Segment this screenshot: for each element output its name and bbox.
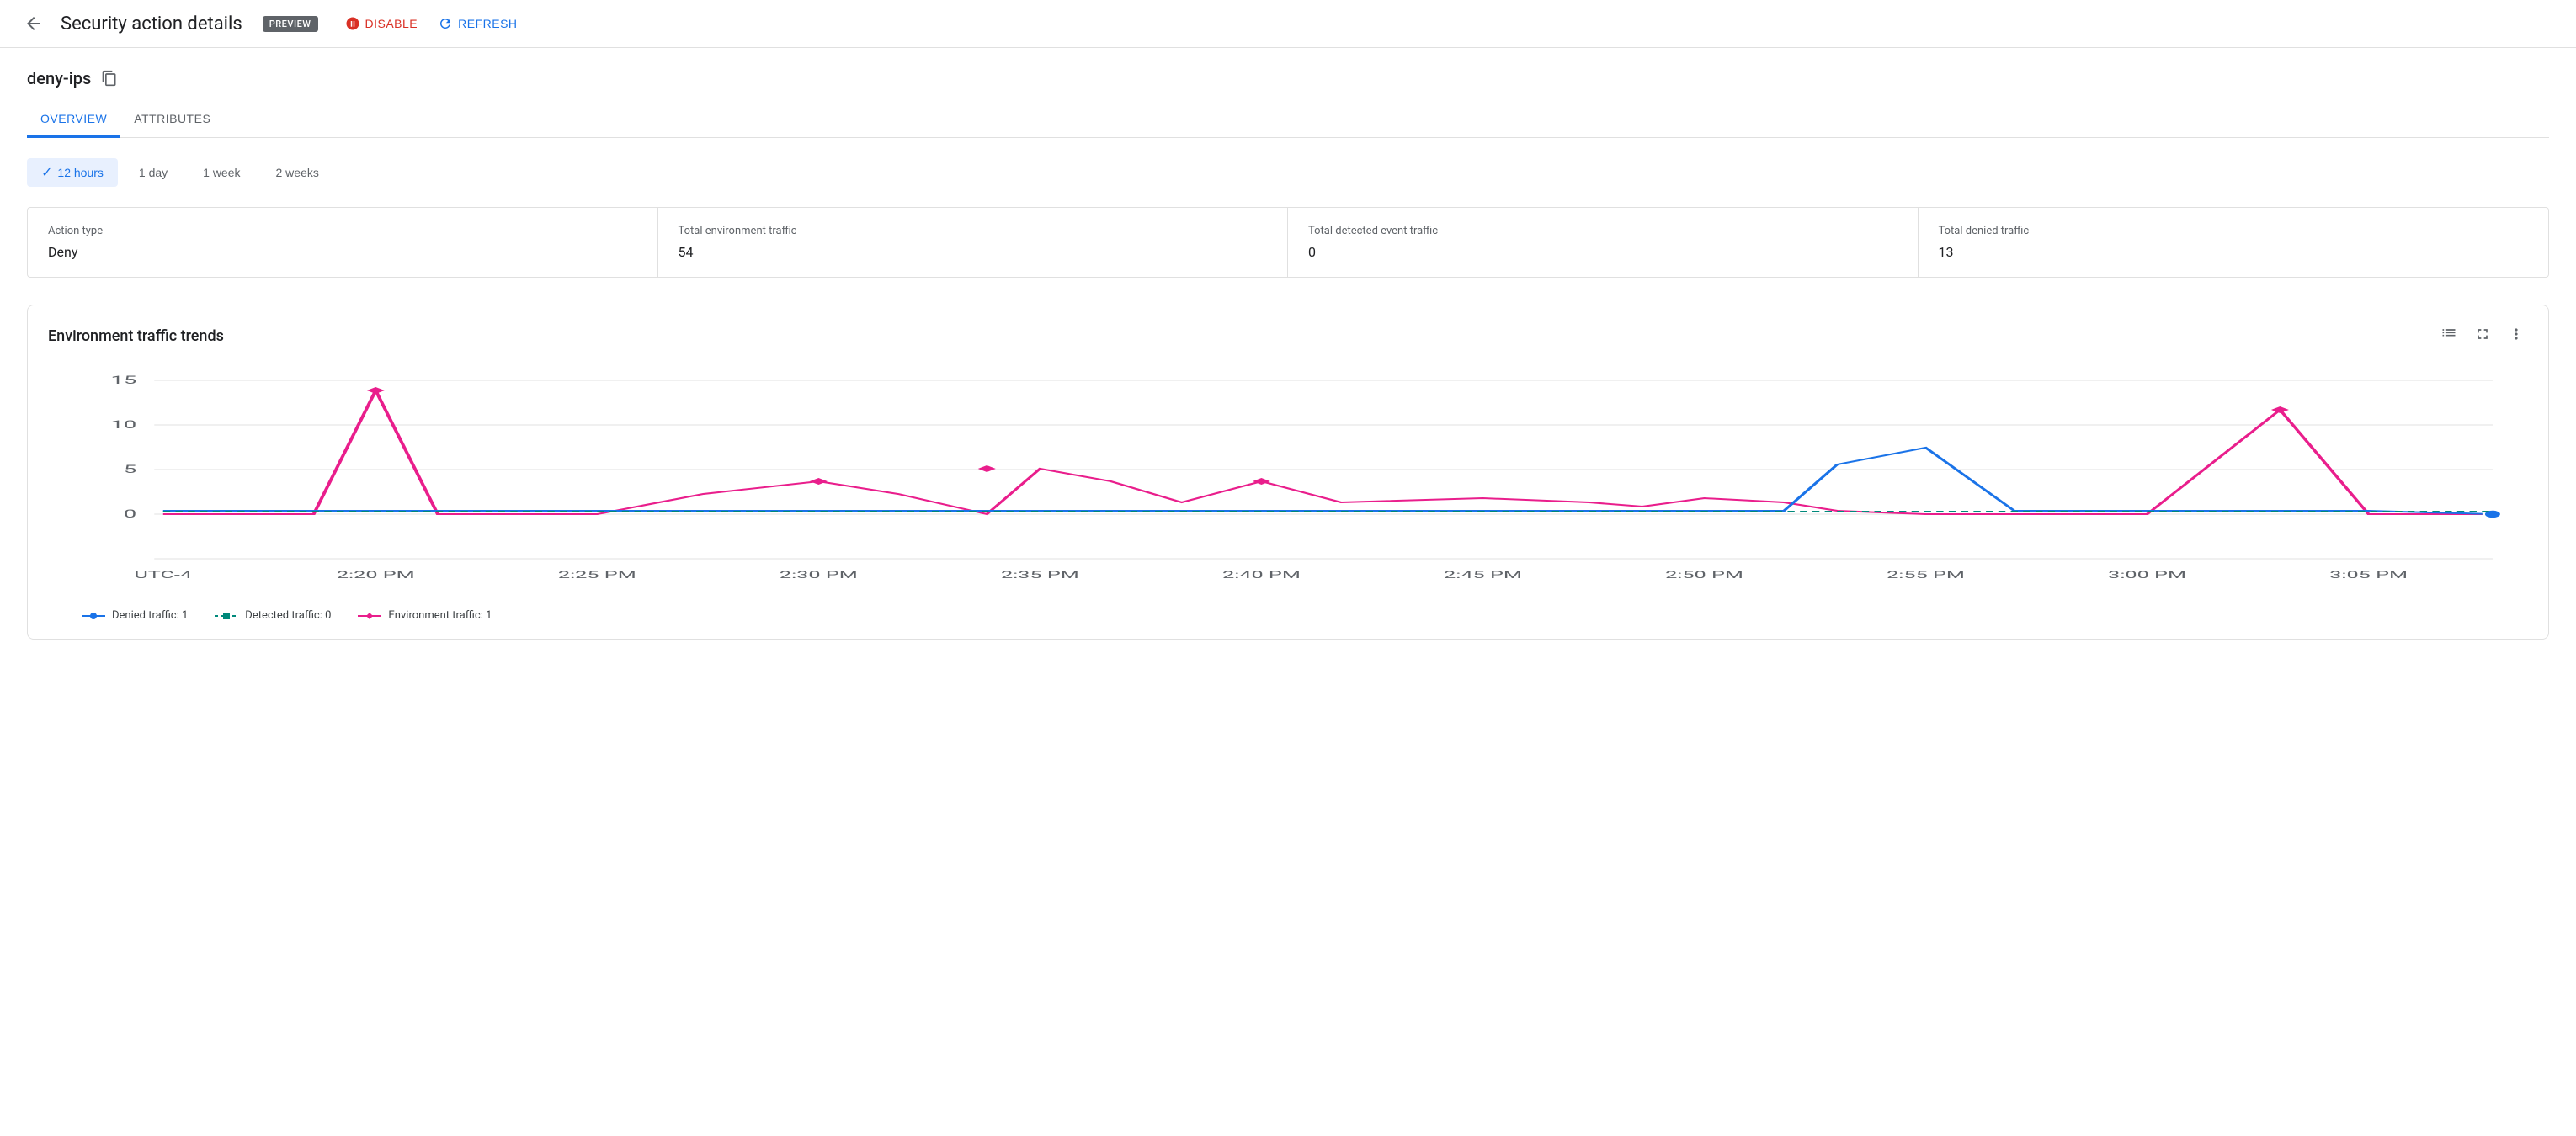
time-filter-2w[interactable]: 2 weeks <box>262 160 333 185</box>
legend-environment-label: Environment traffic: 1 <box>388 609 492 622</box>
check-icon: ✓ <box>41 164 52 181</box>
chart-actions <box>2437 322 2528 350</box>
svg-text:10: 10 <box>110 418 136 431</box>
svg-text:0: 0 <box>124 507 136 520</box>
chart-fullscreen-button[interactable] <box>2471 322 2494 350</box>
svg-text:3:05 PM: 3:05 PM <box>2329 569 2408 581</box>
stat-value-action-type: Deny <box>48 244 637 260</box>
svg-text:2:35 PM: 2:35 PM <box>1001 569 1079 581</box>
stat-label-action-type: Action type <box>48 225 637 237</box>
page-header: Security action details PREVIEW DISABLE … <box>0 0 2576 48</box>
legend-detected-icon <box>215 611 238 621</box>
chart-container: 15 10 5 0 UTC-4 2:20 PM 2:25 PM 2:30 PM … <box>48 364 2528 603</box>
legend-denied-icon <box>82 611 105 621</box>
chart-more-options-button[interactable] <box>2504 322 2528 350</box>
refresh-icon <box>438 16 453 31</box>
stat-env-traffic: Total environment traffic 54 <box>658 208 1289 277</box>
main-content: deny-ips OVERVIEW ATTRIBUTES ✓ 12 hours … <box>0 48 2576 660</box>
svg-text:2:55 PM: 2:55 PM <box>1887 569 1965 581</box>
copy-button[interactable] <box>101 70 118 87</box>
stats-grid: Action type Deny Total environment traff… <box>27 207 2549 278</box>
resource-name: deny-ips <box>27 68 91 88</box>
tab-bar: OVERVIEW ATTRIBUTES <box>27 102 2549 138</box>
resource-name-row: deny-ips <box>27 68 2549 88</box>
time-filter-1w[interactable]: 1 week <box>189 160 254 185</box>
stat-detected-traffic: Total detected event traffic 0 <box>1288 208 1919 277</box>
stat-label-env-traffic: Total environment traffic <box>679 225 1268 237</box>
time-filter-12h[interactable]: ✓ 12 hours <box>27 158 118 187</box>
legend-environment-icon <box>358 611 381 621</box>
back-button[interactable] <box>20 10 47 37</box>
svg-text:2:45 PM: 2:45 PM <box>1444 569 1522 581</box>
svg-text:2:25 PM: 2:25 PM <box>558 569 636 581</box>
legend-denied-label: Denied traffic: 1 <box>112 609 188 622</box>
stat-value-env-traffic: 54 <box>679 244 1268 260</box>
stat-label-denied-traffic: Total denied traffic <box>1939 225 2529 237</box>
chart-legend-toggle-button[interactable] <box>2437 322 2461 350</box>
fullscreen-icon <box>2474 326 2491 342</box>
svg-text:2:50 PM: 2:50 PM <box>1665 569 1743 581</box>
refresh-button[interactable]: REFRESH <box>438 16 517 31</box>
legend-item-environment: Environment traffic: 1 <box>358 609 492 622</box>
svg-text:5: 5 <box>124 463 136 475</box>
chart-title: Environment traffic trends <box>48 327 224 345</box>
svg-text:2:40 PM: 2:40 PM <box>1222 569 1301 581</box>
stat-denied-traffic: Total denied traffic 13 <box>1919 208 2549 277</box>
stat-value-denied-traffic: 13 <box>1939 244 2529 260</box>
legend-icon <box>2440 326 2457 342</box>
svg-text:3:00 PM: 3:00 PM <box>2108 569 2186 581</box>
back-icon <box>24 13 44 34</box>
legend-detected-label: Detected traffic: 0 <box>245 609 331 622</box>
copy-icon <box>101 70 118 87</box>
legend-item-denied: Denied traffic: 1 <box>82 609 188 622</box>
svg-text:UTC-4: UTC-4 <box>134 569 192 581</box>
more-options-icon <box>2508 326 2525 342</box>
disable-button[interactable]: DISABLE <box>345 16 418 31</box>
stat-action-type: Action type Deny <box>28 208 658 277</box>
tab-overview[interactable]: OVERVIEW <box>27 102 120 138</box>
preview-badge: PREVIEW <box>263 16 318 32</box>
svg-text:2:30 PM: 2:30 PM <box>780 569 858 581</box>
legend-item-detected: Detected traffic: 0 <box>215 609 331 622</box>
time-filter-bar: ✓ 12 hours 1 day 1 week 2 weeks <box>27 158 2549 187</box>
chart-legend: Denied traffic: 1 Detected traffic: 0 En… <box>48 609 2528 622</box>
time-filter-1d[interactable]: 1 day <box>125 160 182 185</box>
traffic-chart: 15 10 5 0 UTC-4 2:20 PM 2:25 PM 2:30 PM … <box>48 364 2528 599</box>
stat-label-detected-traffic: Total detected event traffic <box>1308 225 1897 237</box>
page-title: Security action details <box>61 13 242 35</box>
svg-text:15: 15 <box>110 374 136 386</box>
chart-header: Environment traffic trends <box>48 322 2528 350</box>
chart-section: Environment traffic trends <box>27 305 2549 640</box>
header-actions: DISABLE REFRESH <box>345 16 518 31</box>
tab-attributes[interactable]: ATTRIBUTES <box>120 102 224 138</box>
stat-value-detected-traffic: 0 <box>1308 244 1897 260</box>
svg-text:2:20 PM: 2:20 PM <box>337 569 415 581</box>
disable-icon <box>345 16 360 31</box>
